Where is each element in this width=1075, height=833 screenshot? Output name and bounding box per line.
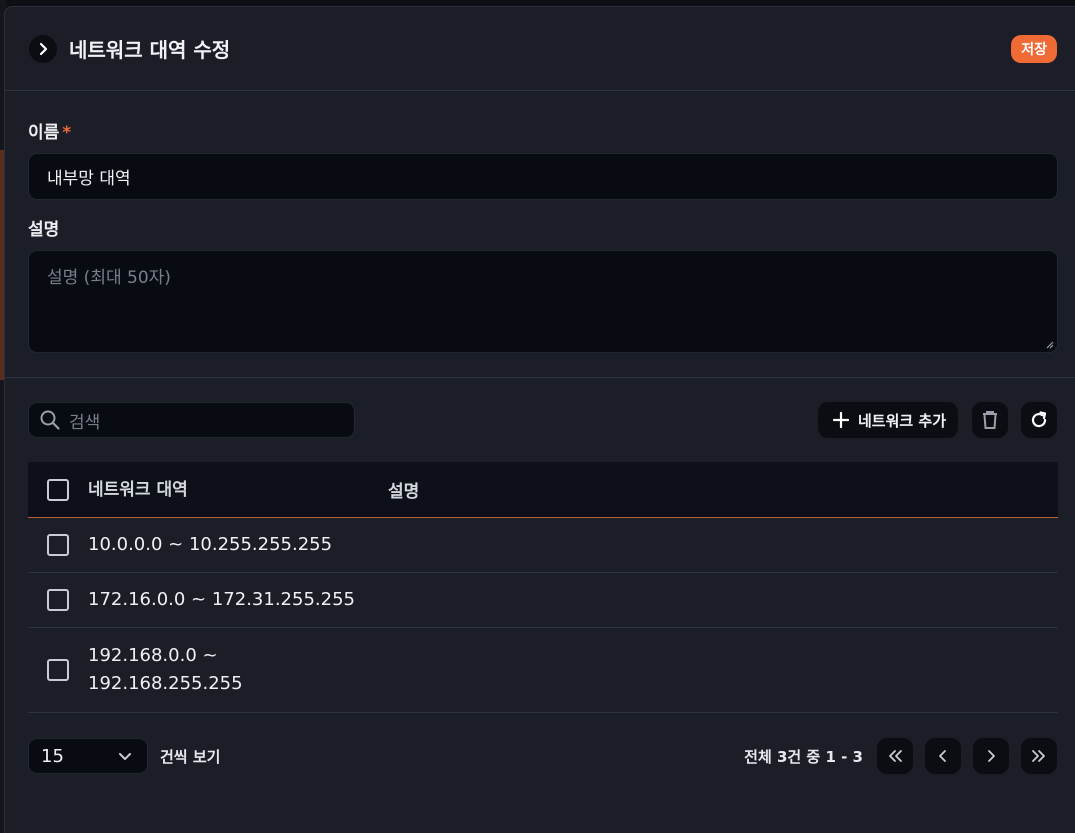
double-chevron-left-icon [889, 750, 902, 762]
panel-title: 네트워크 대역 수정 [69, 38, 231, 62]
table-header: 네트워크 대역 설명 [28, 462, 1058, 518]
delete-button[interactable] [972, 402, 1008, 438]
network-form: 이름 * 내부망 대역 설명 설명 (최대 50자) [5, 115, 1075, 353]
save-button[interactable]: 저장 [1011, 34, 1057, 63]
per-page-label: 건씩 보기 [160, 747, 221, 766]
previous-page-button[interactable] [925, 738, 961, 774]
row-checkbox-cell [28, 534, 88, 556]
collapse-panel-button[interactable] [29, 34, 57, 63]
description-label: 설명 [28, 220, 60, 240]
search-placeholder: 검색 [69, 412, 101, 433]
select-all-cell [28, 478, 88, 501]
refresh-button[interactable] [1021, 402, 1057, 438]
search-input[interactable]: 검색 [28, 402, 355, 438]
row-checkbox-cell [28, 589, 88, 611]
double-chevron-right-icon [1032, 750, 1045, 762]
table-toolbar: 검색 네트워크 추가 [5, 402, 1075, 438]
row-checkbox[interactable] [47, 659, 69, 681]
pagination-summary: 전체 3건 중 1 - 3 [744, 747, 863, 766]
name-field[interactable]: 내부망 대역 [28, 153, 1058, 200]
refresh-icon [1031, 411, 1047, 428]
name-field-value: 내부망 대역 [47, 169, 131, 189]
row-checkbox[interactable] [47, 589, 69, 611]
network-table: 네트워크 대역 설명 10.0.0.0 ~ 10.255.255.255 172… [28, 462, 1058, 713]
trash-icon [983, 411, 997, 429]
chevron-right-icon [988, 750, 995, 762]
search-icon [40, 410, 60, 430]
chevron-down-icon [119, 753, 131, 760]
pagination-bar: 15 건씩 보기 전체 3건 중 1 - 3 [28, 738, 1057, 774]
name-label: 이름 * [28, 115, 1057, 143]
row-checkbox[interactable] [47, 534, 69, 556]
page-size-value: 15 [41, 745, 64, 767]
resize-handle-icon[interactable] [1044, 339, 1054, 349]
name-label-text: 이름 [28, 123, 60, 143]
panel-header: 네트워크 대역 수정 저장 [5, 7, 1075, 91]
chevron-left-icon [939, 750, 946, 762]
page-size-select[interactable]: 15 [28, 738, 148, 774]
column-header-range[interactable]: 네트워크 대역 [88, 476, 388, 504]
select-all-checkbox[interactable] [47, 478, 69, 501]
add-network-label: 네트워크 추가 [857, 411, 946, 430]
table-row[interactable]: 10.0.0.0 ~ 10.255.255.255 [28, 518, 1058, 573]
edit-network-range-panel: 네트워크 대역 수정 저장 이름 * 내부망 대역 설명 설명 (최대 50자)… [4, 6, 1075, 833]
required-mark: * [62, 123, 72, 143]
section-divider [5, 377, 1075, 378]
description-field[interactable]: 설명 (최대 50자) [28, 250, 1058, 353]
last-page-button[interactable] [1021, 738, 1057, 774]
next-page-button[interactable] [973, 738, 1009, 774]
table-row[interactable]: 192.168.0.0 ~ 192.168.255.255 [28, 628, 1058, 713]
row-checkbox-cell [28, 659, 88, 681]
plus-icon [832, 411, 850, 429]
add-network-button[interactable]: 네트워크 추가 [817, 402, 958, 438]
network-range-cell: 10.0.0.0 ~ 10.255.255.255 [88, 534, 333, 555]
table-row[interactable]: 172.16.0.0 ~ 172.31.255.255 [28, 573, 1058, 628]
first-page-button[interactable] [877, 738, 913, 774]
description-placeholder: 설명 (최대 50자) [47, 268, 171, 288]
network-range-cell: 172.16.0.0 ~ 172.31.255.255 [88, 589, 355, 610]
chevron-right-icon [39, 42, 48, 55]
network-range-cell: 192.168.0.0 ~ 192.168.255.255 [88, 645, 243, 694]
column-header-description[interactable]: 설명 [388, 477, 1058, 502]
